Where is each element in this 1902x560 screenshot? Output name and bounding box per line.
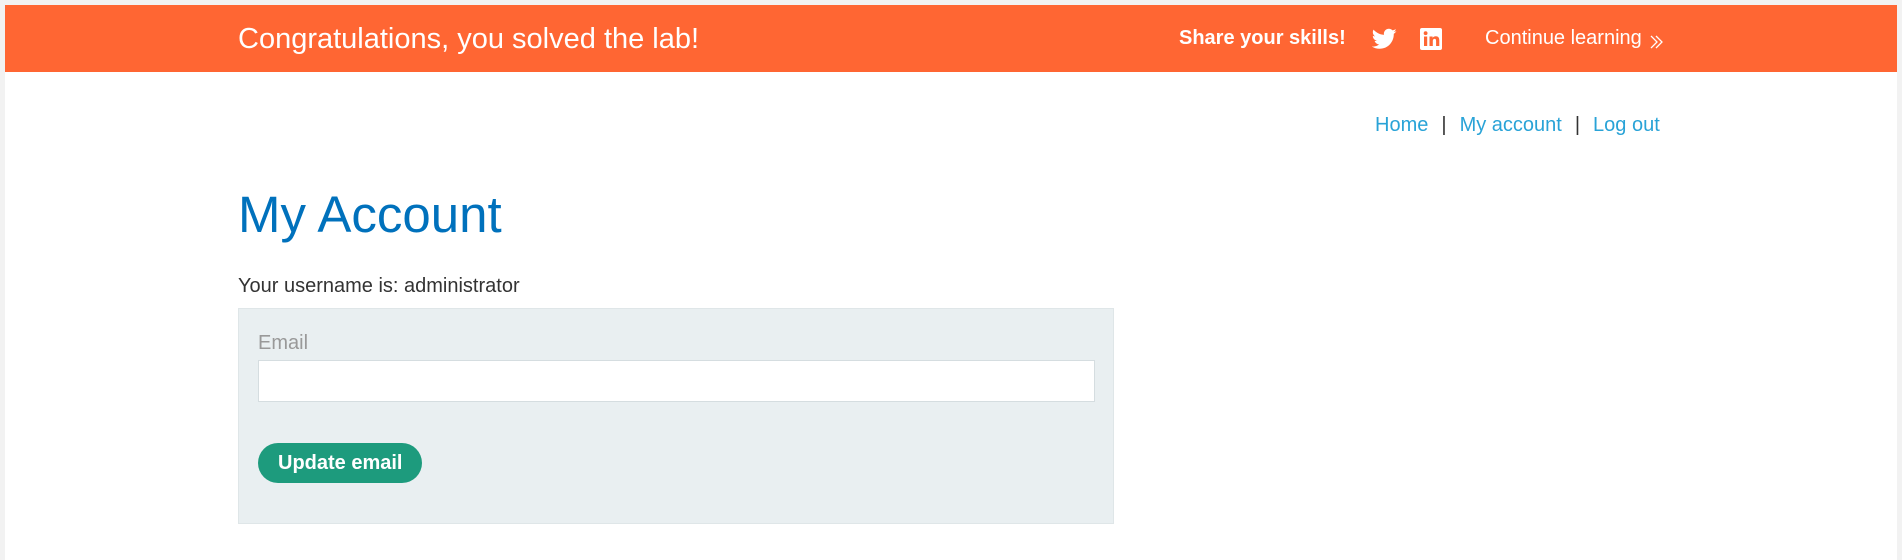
double-chevron-right-icon <box>1648 31 1664 49</box>
share-skills-label: Share your skills! <box>1179 27 1346 49</box>
page-title: My Account <box>238 186 502 243</box>
nav-home-link[interactable]: Home <box>1375 114 1428 136</box>
success-banner: Congratulations, you solved the lab! Sha… <box>5 5 1897 72</box>
banner-title: Congratulations, you solved the lab! <box>238 23 700 55</box>
username-text: Your username is: administrator <box>238 275 520 297</box>
email-label: Email <box>258 332 309 354</box>
continue-learning-label: Continue learning <box>1485 27 1642 49</box>
page: Congratulations, you solved the lab! Sha… <box>0 0 1902 560</box>
nav-separator: | <box>1574 114 1581 136</box>
continue-learning-link[interactable]: Continue learning <box>1485 25 1664 51</box>
nav-my-account-link[interactable]: My account <box>1460 114 1562 136</box>
twitter-icon[interactable] <box>1371 28 1397 50</box>
nav-log-out-link[interactable]: Log out <box>1593 114 1660 136</box>
nav-separator: | <box>1441 114 1447 136</box>
email-input[interactable] <box>258 360 1095 402</box>
top-navigation: Home | My account | Log out <box>1375 112 1660 138</box>
linkedin-icon[interactable] <box>1419 27 1443 51</box>
change-email-form: Email Update email <box>238 308 1114 524</box>
update-email-button[interactable]: Update email <box>258 443 423 483</box>
